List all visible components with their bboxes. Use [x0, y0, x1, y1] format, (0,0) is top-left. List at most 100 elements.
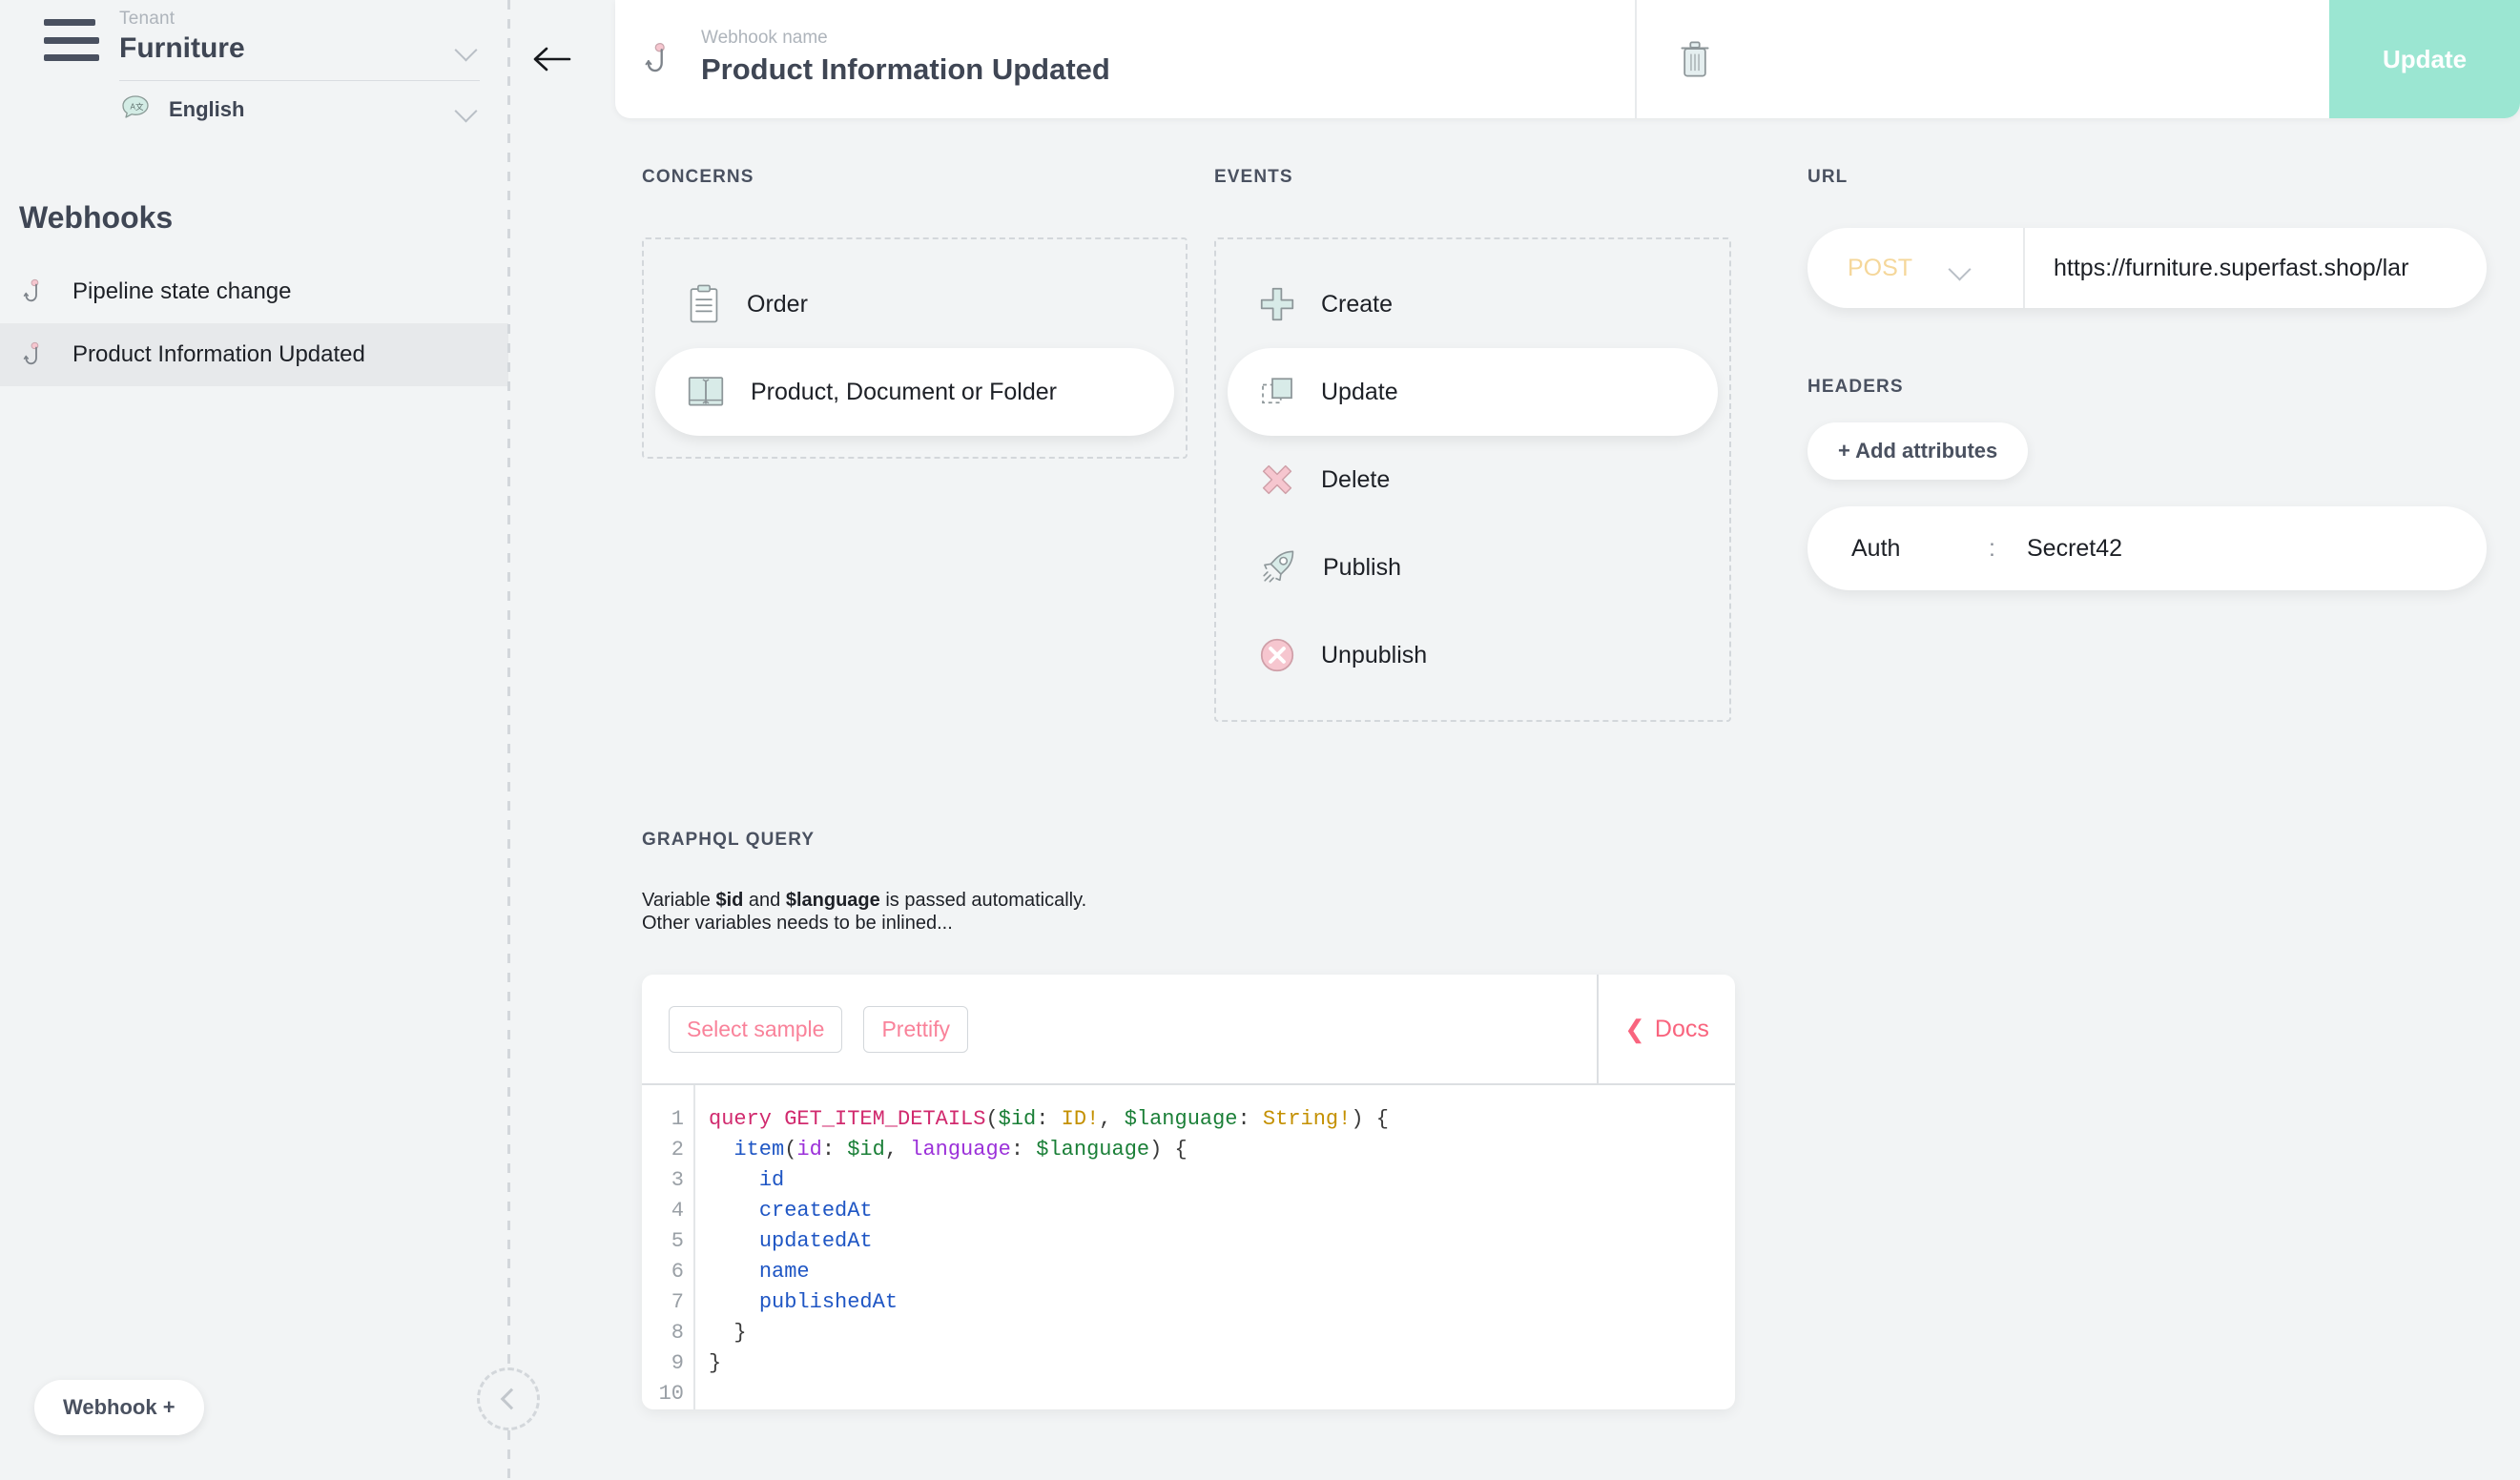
divider	[119, 80, 480, 81]
line-number: 6	[671, 1260, 684, 1284]
concern-option-label: Product, Document or Folder	[751, 378, 1057, 405]
event-option-label: Delete	[1321, 465, 1391, 493]
header-entry-row[interactable]: Auth : Secret42	[1807, 506, 2487, 590]
open-book-icon	[686, 373, 726, 411]
note-var-language: $language	[785, 890, 880, 911]
back-button[interactable]	[527, 38, 589, 80]
note-mid: and	[743, 890, 786, 911]
tenant-name: Furniture	[119, 32, 245, 64]
sidebar: Tenant Furniture A 文 English Webhooks Pi…	[0, 0, 508, 1480]
tenant-selector: Tenant Furniture A 文 English	[119, 8, 480, 126]
webhook-name-label: Webhook name	[701, 28, 828, 48]
line-number: 3	[671, 1168, 684, 1192]
concern-option-order[interactable]: Order	[655, 260, 1174, 348]
event-option-label: Update	[1321, 378, 1398, 405]
concerns-section: CONCERNS Order Product, Document or Fold…	[642, 167, 1214, 459]
graphql-note-line-1: Variable $id and $language is passed aut…	[642, 889, 1735, 912]
code-line: id	[758, 1168, 785, 1192]
webhook-header: Webhook name Product Information Updated…	[615, 0, 2520, 118]
sidebar-heading: Webhooks	[19, 200, 174, 235]
line-number: 9	[671, 1351, 684, 1375]
events-section: EVENTS Create Update Delete Publish Unpu…	[1214, 167, 1787, 722]
tenant-row[interactable]: Furniture	[119, 31, 480, 67]
graphql-editor: Select sample Prettify ❮ Docs 1 2 3 4 5 …	[642, 975, 1735, 1409]
rocket-icon	[1258, 547, 1298, 587]
event-option-publish[interactable]: Publish	[1228, 524, 1718, 611]
webhook-name-zone: Webhook name Product Information Updated	[615, 0, 1635, 118]
trash-icon[interactable]	[1675, 37, 1715, 81]
chevron-down-icon[interactable]	[455, 103, 480, 116]
select-sample-button[interactable]: Select sample	[669, 1005, 843, 1053]
sidebar-divider	[507, 0, 510, 1480]
webhook-list: Pipeline state change Product Informatio…	[0, 260, 508, 386]
event-option-delete[interactable]: Delete	[1228, 436, 1718, 524]
docs-label: Docs	[1654, 1015, 1709, 1042]
chevron-left-icon: ❮	[1624, 1015, 1645, 1043]
concern-option-product-document-or-folder[interactable]: Product, Document or Folder	[655, 348, 1174, 436]
sidebar-item-label: Product Information Updated	[72, 341, 365, 367]
sidebar-item-label: Pipeline state change	[72, 278, 292, 304]
code-area[interactable]: 1 2 3 4 5 6 7 8 9 10 query GET_ITEM_DETA…	[642, 1085, 1735, 1409]
editor-toolbar: Select sample Prettify ❮ Docs	[642, 975, 1735, 1085]
line-number: 2	[671, 1138, 684, 1161]
code-line: createdAt	[758, 1199, 873, 1223]
graphql-title: GRAPHQL QUERY	[642, 830, 816, 850]
line-number: 4	[671, 1199, 684, 1223]
update-button[interactable]: Update	[2329, 0, 2520, 118]
sidebar-item-product-information-updated[interactable]: Product Information Updated	[0, 323, 508, 386]
event-option-unpublish[interactable]: Unpublish	[1228, 611, 1718, 699]
url-input[interactable]	[2025, 228, 2487, 308]
headers-title: HEADERS	[1807, 377, 1904, 397]
http-method-select[interactable]: POST	[1807, 228, 2023, 308]
chevron-down-icon	[1949, 261, 1973, 275]
event-option-label: Unpublish	[1321, 641, 1428, 668]
code-line: publishedAt	[758, 1290, 899, 1314]
note-post: is passed automatically.	[879, 890, 1087, 911]
event-option-create[interactable]: Create	[1228, 260, 1718, 348]
language-selector[interactable]: A 文 English	[119, 93, 480, 126]
svg-text:文: 文	[135, 102, 144, 112]
line-number: 10	[658, 1382, 684, 1406]
url-row: POST	[1807, 228, 2487, 308]
prettify-button[interactable]: Prettify	[863, 1005, 969, 1053]
graphql-code[interactable]: query GET_ITEM_DETAILS($id: ID!, $langua…	[695, 1085, 1735, 1409]
events-title: EVENTS	[1214, 167, 1293, 187]
http-method-value: POST	[1848, 254, 1913, 281]
event-option-update[interactable]: Update	[1228, 348, 1718, 436]
duplicate-icon	[1258, 373, 1296, 411]
graphql-note-line-2: Other variables needs to be inlined...	[642, 913, 953, 934]
fishhook-icon	[21, 339, 53, 371]
code-line: updatedAt	[758, 1229, 873, 1253]
collapse-sidebar-button[interactable]	[477, 1367, 540, 1430]
circle-cross-icon	[1258, 636, 1296, 674]
header-key: Auth	[1851, 534, 1901, 562]
cross-icon	[1258, 461, 1296, 499]
event-option-label: Create	[1321, 290, 1394, 318]
concerns-options-box: Order Product, Document or Folder	[642, 237, 1188, 459]
code-line: name	[758, 1260, 810, 1284]
url-title: URL	[1807, 167, 1849, 187]
event-option-label: Publish	[1323, 553, 1401, 581]
note-pre: Variable	[642, 890, 716, 911]
chevron-down-icon[interactable]	[455, 42, 480, 55]
code-line: }	[733, 1321, 747, 1345]
tenant-label: Tenant	[119, 9, 176, 29]
sidebar-top: Tenant Furniture A 文 English	[0, 0, 508, 143]
webhook-editor-page: Tenant Furniture A 文 English Webhooks Pi…	[0, 0, 2520, 1480]
translate-icon: A 文	[119, 93, 152, 126]
add-attributes-button[interactable]: + Add attributes	[1807, 422, 2029, 480]
line-number: 5	[671, 1229, 684, 1253]
concerns-title: CONCERNS	[642, 167, 754, 187]
chevron-left-icon	[500, 1388, 522, 1410]
page-title[interactable]: Product Information Updated	[701, 51, 1110, 89]
code-line: item(id: $id, language: $language) {	[733, 1138, 1188, 1161]
sidebar-item-pipeline-state-change[interactable]: Pipeline state change	[0, 260, 508, 323]
hamburger-icon[interactable]	[44, 19, 99, 61]
graphql-note: Variable $id and $language is passed aut…	[642, 889, 1735, 935]
note-var-id: $id	[715, 890, 744, 911]
add-webhook-button[interactable]: Webhook +	[34, 1380, 204, 1435]
language-label: English	[169, 97, 245, 121]
delete-zone	[1637, 0, 2329, 118]
docs-button[interactable]: ❮ Docs	[1597, 975, 1735, 1083]
